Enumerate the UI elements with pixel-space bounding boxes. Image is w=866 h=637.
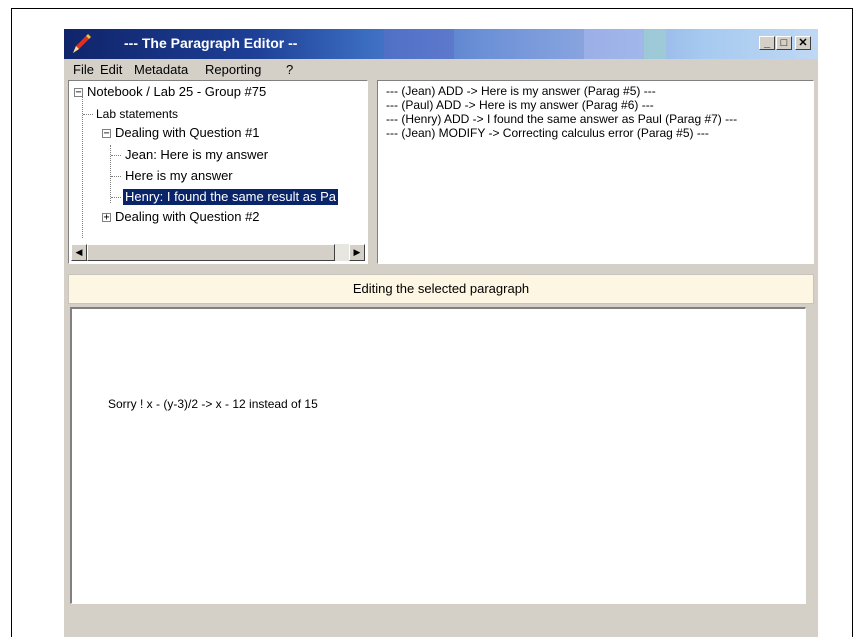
- log-entry[interactable]: --- (Henry) ADD -> I found the same answ…: [386, 112, 813, 126]
- scroll-thumb[interactable]: [87, 244, 335, 261]
- log-entry[interactable]: --- (Jean) MODIFY -> Correcting calculus…: [386, 126, 813, 140]
- scroll-right-icon[interactable]: ▶: [349, 244, 365, 261]
- tree-node-question-2[interactable]: Dealing with Question #2: [115, 209, 260, 225]
- editor-text[interactable]: Sorry ! x - (y-3)/2 -> x - 12 instead of…: [108, 397, 318, 411]
- tree-guide: [111, 155, 121, 156]
- menu-file[interactable]: File: [73, 62, 94, 77]
- menu-bar: File Edit Metadata Reporting ?: [64, 59, 818, 79]
- menu-help[interactable]: ?: [286, 62, 293, 77]
- maximize-button[interactable]: □: [776, 36, 792, 50]
- close-button[interactable]: ✕: [795, 36, 811, 50]
- scroll-left-icon[interactable]: ◀: [71, 244, 87, 261]
- notebook-tree[interactable]: − Notebook / Lab 25 - Group #75 Lab stat…: [68, 80, 368, 264]
- menu-metadata[interactable]: Metadata: [134, 62, 188, 77]
- collapse-icon[interactable]: −: [74, 88, 83, 98]
- tree-node-paul-answer[interactable]: Here is my answer: [125, 168, 233, 184]
- tree-node-lab-statements[interactable]: Lab statements: [96, 106, 178, 122]
- tree-node-jean-answer[interactable]: Jean: Here is my answer: [125, 147, 268, 163]
- menu-edit[interactable]: Edit: [100, 62, 122, 77]
- tree-node-question-1[interactable]: Dealing with Question #1: [115, 125, 260, 141]
- window-title: --- The Paragraph Editor --: [124, 35, 298, 51]
- pen-icon: [73, 34, 91, 53]
- log-entry[interactable]: --- (Jean) ADD -> Here is my answer (Par…: [386, 84, 813, 98]
- tree-guide: [111, 176, 121, 177]
- revision-log[interactable]: --- (Jean) ADD -> Here is my answer (Par…: [377, 80, 814, 264]
- tree-guide: [82, 97, 83, 238]
- tree-node-notebook[interactable]: Notebook / Lab 25 - Group #75: [87, 84, 266, 100]
- title-bar[interactable]: --- The Paragraph Editor -- _ □ ✕: [64, 29, 818, 59]
- paragraph-editor-window: --- The Paragraph Editor -- _ □ ✕ File E…: [64, 29, 818, 637]
- tree-guide: [83, 114, 93, 115]
- paragraph-editor[interactable]: Sorry ! x - (y-3)/2 -> x - 12 instead of…: [70, 307, 806, 604]
- tree-node-henry-answer[interactable]: Henry: I found the same result as Pa: [123, 189, 338, 205]
- menu-reporting[interactable]: Reporting: [205, 62, 261, 77]
- editor-header: Editing the selected paragraph: [68, 274, 814, 304]
- tree-horizontal-scrollbar[interactable]: ◀ ▶: [71, 244, 365, 261]
- log-entry[interactable]: --- (Paul) ADD -> Here is my answer (Par…: [386, 98, 813, 112]
- tree-guide: [110, 145, 111, 203]
- minimize-button[interactable]: _: [759, 36, 775, 50]
- tree-guide: [111, 197, 121, 198]
- expand-icon[interactable]: +: [102, 213, 111, 223]
- collapse-icon[interactable]: −: [102, 129, 111, 139]
